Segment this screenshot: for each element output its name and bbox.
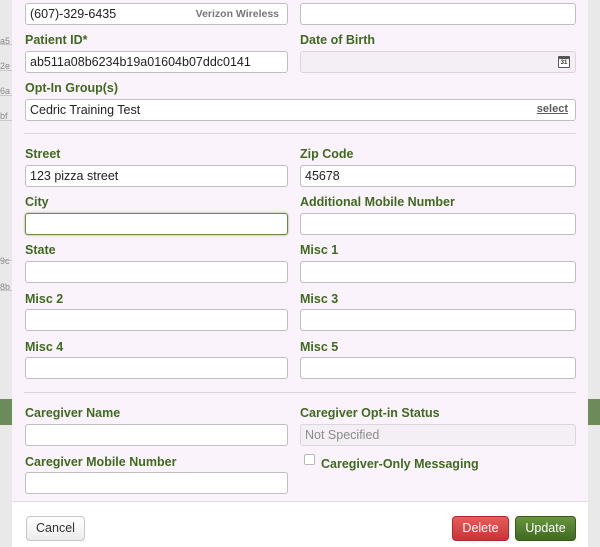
misc2-field[interactable]	[25, 309, 288, 331]
misc1-label: Misc 1	[300, 243, 339, 257]
misc3-label: Misc 3	[300, 292, 339, 306]
opt-in-groups-select-link[interactable]: select	[537, 103, 568, 115]
backdrop-green-bar	[0, 399, 12, 425]
additional-mobile-label: Additional Mobile Number	[300, 195, 455, 209]
caregiver-mobile-field[interactable]	[25, 472, 288, 494]
misc5-field[interactable]	[300, 357, 576, 379]
backdrop-text: 8b	[0, 282, 11, 292]
date-of-birth-field[interactable]: 31	[300, 51, 576, 73]
state-label: State	[25, 243, 56, 257]
cancel-button[interactable]: Cancel	[26, 516, 85, 541]
street-field[interactable]: 123 pizza street	[25, 165, 288, 187]
city-field[interactable]	[25, 213, 288, 235]
backdrop-left: a5 2e 6a bf 9c 8b	[0, 0, 12, 547]
date-of-birth-label: Date of Birth	[300, 33, 375, 47]
patient-id-label: Patient ID*	[25, 33, 88, 47]
patient-id-field[interactable]: ab511a08b6234b19a01604b07ddc0141	[25, 51, 288, 73]
caregiver-name-field[interactable]	[25, 424, 288, 446]
backdrop-text: a5	[0, 36, 11, 46]
carrier-label: Verizon Wireless	[195, 8, 279, 20]
calendar-icon[interactable]: 31	[558, 56, 570, 68]
caregiver-only-messaging-label: Caregiver-Only Messaging	[321, 457, 479, 471]
backdrop-green-bar	[588, 399, 600, 425]
backdrop-right	[588, 0, 600, 547]
caregiver-optin-status-label: Caregiver Opt-in Status	[300, 406, 440, 420]
misc4-field[interactable]	[25, 357, 288, 379]
caregiver-mobile-label: Caregiver Mobile Number	[25, 455, 177, 469]
state-field[interactable]	[25, 261, 288, 283]
misc5-label: Misc 5	[300, 340, 339, 354]
backdrop-text: bf	[0, 111, 8, 121]
misc4-label: Misc 4	[25, 340, 64, 354]
misc1-field[interactable]	[300, 261, 576, 283]
delete-button[interactable]: Delete	[452, 516, 509, 541]
caregiver-optin-status-field[interactable]: Not Specified	[300, 424, 576, 446]
opt-in-groups-field[interactable]: Cedric Training Test select	[25, 99, 576, 121]
misc2-label: Misc 2	[25, 292, 64, 306]
city-label: City	[25, 195, 49, 209]
zip-code-label: Zip Code	[300, 147, 354, 161]
section-divider	[24, 133, 576, 134]
additional-mobile-field[interactable]	[300, 213, 576, 235]
top-right-field[interactable]	[300, 3, 576, 25]
opt-in-groups-label: Opt-In Group(s)	[25, 81, 119, 95]
backdrop-text: 9c	[0, 256, 10, 266]
caregiver-name-label: Caregiver Name	[25, 406, 121, 420]
street-label: Street	[25, 147, 61, 161]
backdrop-text: 2e	[0, 61, 11, 71]
mobile-number-value: (607)-329-6435	[30, 7, 117, 21]
edit-patient-modal: (607)-329-6435 Verizon Wireless Patient …	[12, 0, 588, 547]
zip-code-field[interactable]: 45678	[300, 165, 576, 187]
misc3-field[interactable]	[300, 309, 576, 331]
update-button[interactable]: Update	[515, 516, 576, 541]
opt-in-groups-value: Cedric Training Test	[30, 103, 141, 117]
caregiver-only-messaging-checkbox[interactable]	[304, 454, 315, 465]
mobile-number-field[interactable]: (607)-329-6435 Verizon Wireless	[25, 3, 288, 25]
backdrop-text: 6a	[0, 86, 11, 96]
section-divider	[24, 392, 576, 393]
